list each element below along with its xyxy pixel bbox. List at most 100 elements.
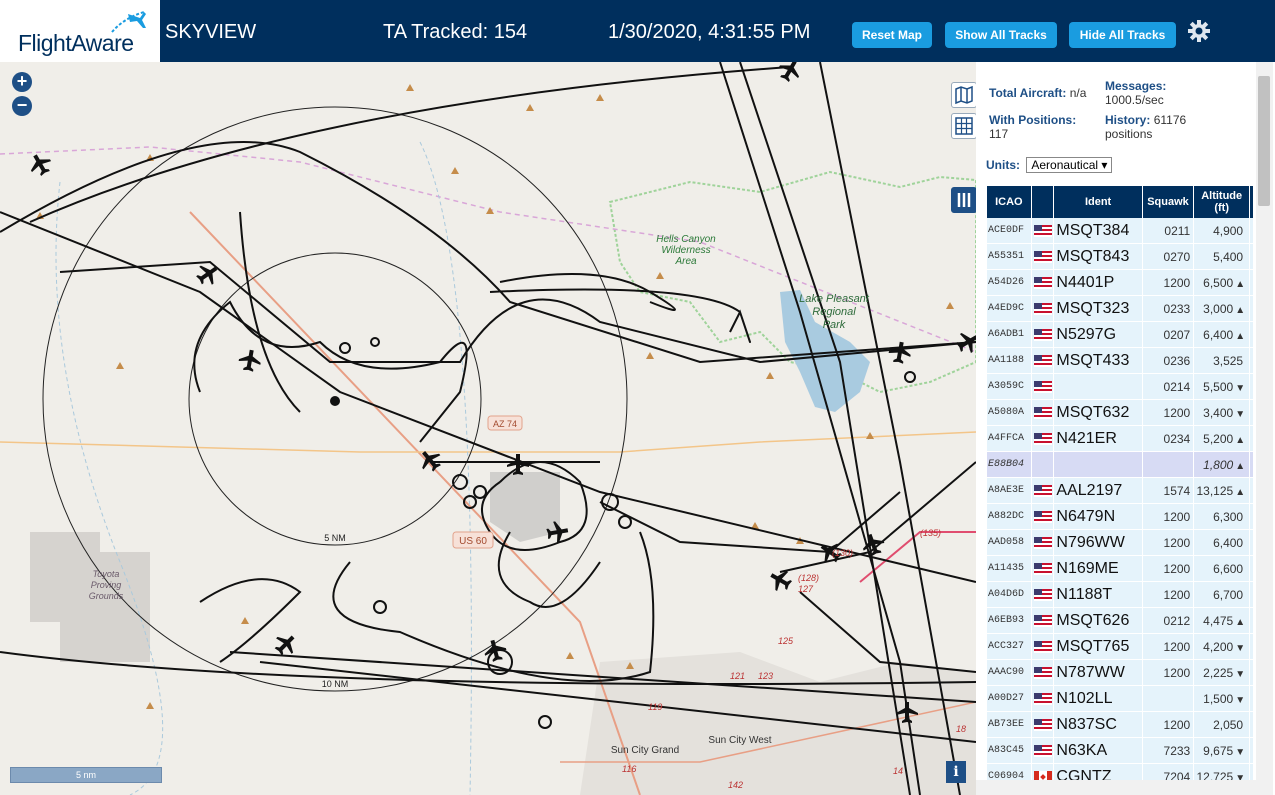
pad-cell xyxy=(1250,244,1253,270)
flag-cell xyxy=(1031,686,1054,712)
aircraft-row[interactable]: A11435 N169ME 1200 6,600 xyxy=(987,556,1253,582)
aircraft-row[interactable]: E88B04 1,800 ▲ xyxy=(987,452,1253,478)
altitude-value: 3,525 xyxy=(1213,353,1244,368)
flightaware-logo[interactable]: FlightAware xyxy=(0,0,160,62)
altitude-value: 4,900 xyxy=(1213,223,1244,238)
altitude-value: 6,400 xyxy=(1203,327,1234,342)
squawk-cell: 0212 xyxy=(1142,608,1194,634)
zoom-in-button[interactable]: + xyxy=(12,72,32,92)
units-select[interactable]: Aeronautical ▾ xyxy=(1026,157,1113,173)
map-icon xyxy=(955,85,973,105)
altitude-value: 6,700 xyxy=(1213,587,1244,602)
aircraft-row[interactable]: AA1188 MSQT433 0236 3,525 xyxy=(987,348,1253,374)
map-canvas[interactable]: Hells Canyon Wilderness Area Lake Pleasa… xyxy=(0,62,976,795)
altitude-cell: 6,300 xyxy=(1194,504,1250,530)
aircraft-row[interactable]: A6EB93 MSQT626 0212 4,475 ▲ xyxy=(987,608,1253,634)
road-us60 xyxy=(189,211,641,795)
squawk-cell: 1200 xyxy=(1142,530,1194,556)
map-view[interactable]: Hells Canyon Wilderness Area Lake Pleasa… xyxy=(0,62,976,795)
aircraft-row[interactable]: A54D26 N4401P 1200 6,500 ▲ xyxy=(987,270,1253,296)
squawk-cell: 0211 xyxy=(1142,218,1194,244)
aircraft-row[interactable]: ACC327 MSQT765 1200 4,200 ▼ xyxy=(987,634,1253,660)
aircraft-row[interactable]: A6ADB1 N5297G 0207 6,400 ▲ xyxy=(987,322,1253,348)
wilderness-label: Hells Canyon Wilderness Area xyxy=(656,234,716,267)
us-flag-icon xyxy=(1033,380,1052,393)
altitude-header[interactable]: Altitude (ft) xyxy=(1194,186,1250,218)
icao-cell: A54D26 xyxy=(987,270,1031,296)
info-button[interactable]: i xyxy=(946,761,966,783)
grid-icon xyxy=(955,117,973,135)
aircraft-row[interactable]: A4FFCA N421ER 0234 5,200 ▲ xyxy=(987,426,1253,452)
reset-map-button[interactable]: Reset Map xyxy=(852,22,932,48)
ident-cell: N421ER xyxy=(1054,426,1142,452)
squawk-cell: 0207 xyxy=(1142,322,1194,348)
svg-text:Hells Canyon: Hells Canyon xyxy=(656,234,716,245)
messages-label: Messages: xyxy=(1105,79,1167,93)
svg-text:14: 14 xyxy=(893,766,903,776)
map-grid-button[interactable] xyxy=(951,113,976,139)
ident-header[interactable]: Ident xyxy=(1054,186,1142,218)
show-all-tracks-button[interactable]: Show All Tracks xyxy=(945,22,1057,48)
pad-cell xyxy=(1250,400,1253,426)
pad-cell xyxy=(1250,218,1253,244)
altitude-cell: 6,700 xyxy=(1194,582,1250,608)
aircraft-row[interactable]: AB73EE N837SC 1200 2,050 xyxy=(987,712,1253,738)
scrollbar-thumb[interactable] xyxy=(1258,76,1270,206)
flag-cell xyxy=(1031,608,1054,634)
squawk-cell: 1200 xyxy=(1142,712,1194,738)
horizontal-scrollbar[interactable] xyxy=(976,780,1256,795)
map-layer-button[interactable] xyxy=(951,82,976,108)
aircraft-row[interactable]: A4ED9C MSQT323 0233 3,000 ▲ xyxy=(987,296,1253,322)
settings-gear-icon[interactable] xyxy=(1187,19,1211,43)
aircraft-table-container[interactable]: ICAO Ident Squawk Altitude (ft) ACE0DF MSQ… xyxy=(986,186,1254,795)
zoom-out-button[interactable]: − xyxy=(12,96,32,116)
svg-text:Proving: Proving xyxy=(91,580,122,590)
aircraft-row[interactable]: A882DC N6479N 1200 6,300 xyxy=(987,504,1253,530)
sidebar-scrollbar[interactable] xyxy=(1256,62,1273,795)
az74-label: AZ 74 xyxy=(493,419,517,429)
total-aircraft-label: Total Aircraft: xyxy=(989,86,1067,100)
us-flag-icon xyxy=(1033,536,1052,549)
squawk-cell: 1574 xyxy=(1142,478,1194,504)
flag-cell xyxy=(1031,452,1054,478)
aircraft-row[interactable]: A83C45 N63KA 7233 9,675 ▼ xyxy=(987,738,1253,764)
flag-cell xyxy=(1031,582,1054,608)
aircraft-row[interactable]: A55351 MSQT843 0270 5,400 xyxy=(987,244,1253,270)
us-flag-icon xyxy=(1033,328,1052,341)
aircraft-row[interactable]: AAD058 N796WW 1200 6,400 xyxy=(987,530,1253,556)
aircraft-row[interactable]: A5080A MSQT632 1200 3,400 ▼ xyxy=(987,400,1253,426)
aircraft-row[interactable]: A8AE3E AAL2197 1574 13,125 ▲ xyxy=(987,478,1253,504)
squawk-header[interactable]: Squawk xyxy=(1142,186,1194,218)
ident-cell: N6479N xyxy=(1054,504,1142,530)
altitude-value: 9,675 xyxy=(1203,743,1234,758)
ident-cell: N169ME xyxy=(1054,556,1142,582)
flag-cell xyxy=(1031,712,1054,738)
squawk-cell: 0214 xyxy=(1142,374,1194,400)
icao-cell: A4FFCA xyxy=(987,426,1031,452)
aircraft-row[interactable]: ACE0DF MSQT384 0211 4,900 xyxy=(987,218,1253,244)
pad-cell xyxy=(1250,556,1253,582)
icao-cell: E88B04 xyxy=(987,452,1031,478)
pad-cell xyxy=(1250,426,1253,452)
total-aircraft-stat: Total Aircraft: n/a xyxy=(989,86,1086,100)
us-flag-icon xyxy=(1033,692,1052,705)
svg-text:116: 116 xyxy=(622,764,636,774)
aircraft-row[interactable]: A00D27 N102LL 1,500 ▼ xyxy=(987,686,1253,712)
range-label-10nm: 10 NM xyxy=(322,679,349,689)
altitude-cell: 4,475 ▲ xyxy=(1194,608,1250,634)
aircraft-row[interactable]: AAAC90 N787WW 1200 2,225 ▼ xyxy=(987,660,1253,686)
aircraft-row[interactable]: A04D6D N1188T 1200 6,700 xyxy=(987,582,1253,608)
positions-value: 117 xyxy=(989,127,1009,141)
icao-header[interactable]: ICAO xyxy=(987,186,1031,218)
ident-cell: N837SC xyxy=(1054,712,1142,738)
pad-cell xyxy=(1250,530,1253,556)
pad-cell xyxy=(1250,296,1253,322)
icao-cell: ACE0DF xyxy=(987,218,1031,244)
flag-header[interactable] xyxy=(1031,186,1054,218)
hide-all-tracks-button[interactable]: Hide All Tracks xyxy=(1069,22,1176,48)
icao-cell: A11435 xyxy=(987,556,1031,582)
altitude-value: 3,400 xyxy=(1203,405,1234,420)
altitude-value: 1,500 xyxy=(1203,691,1234,706)
aircraft-row[interactable]: A3059C 0214 5,500 ▼ xyxy=(987,374,1253,400)
column-toggle-button[interactable] xyxy=(951,187,976,213)
